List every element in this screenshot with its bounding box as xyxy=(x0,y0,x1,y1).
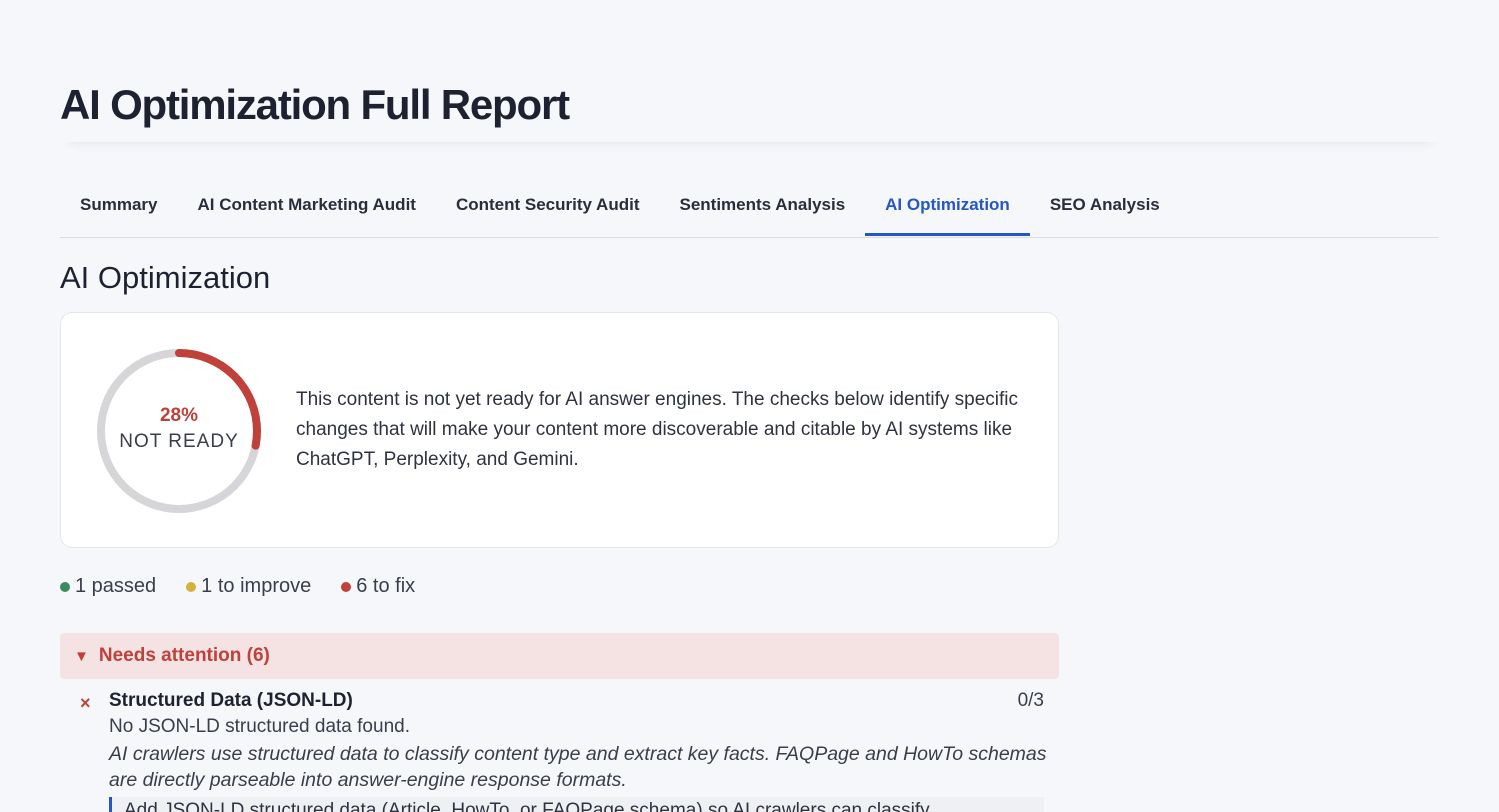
legend-passed: 1 passed xyxy=(60,575,156,598)
tab-summary[interactable]: Summary xyxy=(60,176,177,236)
tab-ai-content-marketing-audit[interactable]: AI Content Marketing Audit xyxy=(177,176,435,236)
yellow-dot-icon xyxy=(186,581,197,592)
tab-seo-analysis[interactable]: SEO Analysis xyxy=(1030,176,1180,236)
score-percent: 28% xyxy=(159,405,199,426)
check-finding: No JSON-LD structured data found. xyxy=(109,716,410,737)
needs-attention-toggle[interactable]: ▼ Needs attention (6) xyxy=(60,633,1059,679)
readiness-gauge: 28% NOT READY xyxy=(95,347,263,515)
report-page: AI Optimization Full Report Summary AI C… xyxy=(0,0,1499,812)
green-dot-icon xyxy=(60,581,70,592)
tab-ai-optimization[interactable]: AI Optimization xyxy=(865,176,1030,236)
page-title: AI Optimization Full Report xyxy=(60,81,570,128)
section-title: AI Optimization xyxy=(60,260,271,295)
legend-improve: 1 to improve xyxy=(186,575,311,598)
check-explanation: AI crawlers use structured data to class… xyxy=(109,743,1047,791)
report-header: AI Optimization Full Report xyxy=(60,0,1439,142)
report-tabs: Summary AI Content Marketing Audit Conte… xyxy=(60,176,1439,238)
tab-sentiments-analysis[interactable]: Sentiments Analysis xyxy=(660,176,866,236)
check-item: × Structured Data (JSON-LD) 0/3 No JSON-… xyxy=(60,688,1059,812)
readiness-status: NOT READY xyxy=(119,431,239,452)
check-title: Structured Data (JSON-LD) xyxy=(109,690,353,711)
fail-x-icon: × xyxy=(80,693,91,713)
results-legend: 1 passed 1 to improve 6 to fix xyxy=(60,575,445,598)
tab-content-security-audit[interactable]: Content Security Audit xyxy=(436,176,660,236)
check-recommendation: Add JSON-LD structured data (Article, Ho… xyxy=(109,797,1044,812)
caret-down-icon: ▼ xyxy=(74,647,89,665)
legend-fix-label: 6 to fix xyxy=(356,575,416,597)
score-description: This content is not yet ready for AI ans… xyxy=(296,389,1019,470)
score-card: 28% NOT READY This content is not yet re… xyxy=(60,312,1059,548)
needs-attention-label: Needs attention (6) xyxy=(98,645,270,666)
red-dot-icon xyxy=(341,581,352,592)
check-score: 0/3 xyxy=(1017,690,1044,711)
legend-improve-label: 1 to improve xyxy=(201,575,312,597)
legend-fix: 6 to fix xyxy=(341,575,415,598)
legend-passed-label: 1 passed xyxy=(75,575,157,597)
